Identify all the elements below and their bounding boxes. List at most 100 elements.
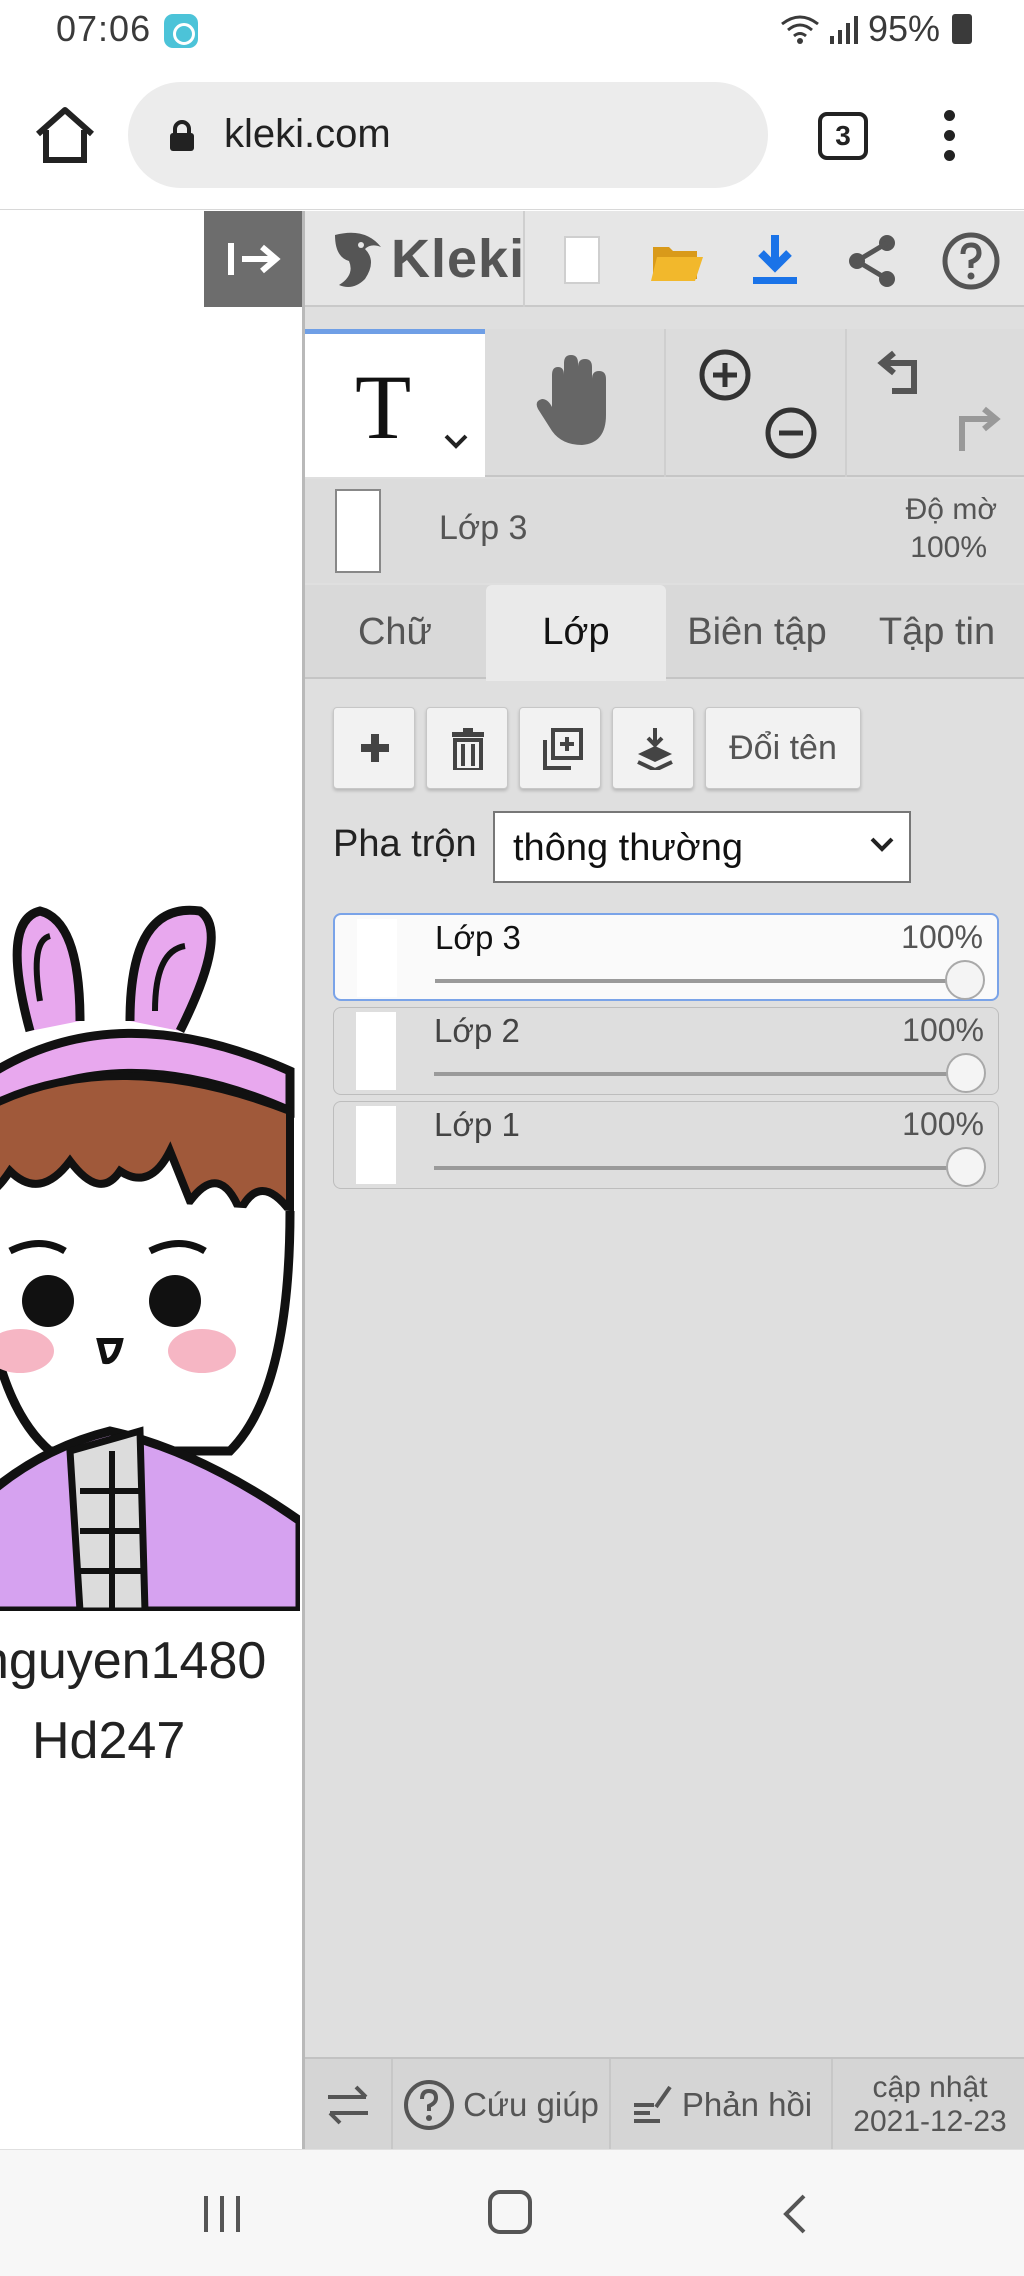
help-label: Cứu giúp bbox=[463, 2086, 599, 2123]
layer-thumbnail bbox=[356, 1106, 396, 1184]
browser-toolbar: kleki.com 3 bbox=[0, 60, 1024, 210]
hand-icon bbox=[536, 355, 606, 445]
feedback-icon bbox=[633, 2085, 672, 2123]
home-icon[interactable] bbox=[30, 100, 100, 170]
drawing-canvas[interactable]: nguyen1480 Hd247 bbox=[0, 211, 302, 2149]
swap-arrows-icon bbox=[328, 2085, 368, 2125]
tab-edit[interactable]: Biên tập bbox=[667, 585, 847, 679]
blend-mode-select[interactable]: thông thường bbox=[493, 811, 911, 883]
panel-tabs: Chữ Lớp Biên tập Tập tin bbox=[305, 585, 1024, 681]
update-info[interactable]: cập nhật 2021-12-23 bbox=[833, 2059, 1024, 2151]
merge-down-icon bbox=[637, 728, 673, 770]
zoom-in-icon[interactable] bbox=[697, 347, 753, 403]
blend-mode-label: Pha trộn bbox=[333, 823, 477, 865]
trash-icon bbox=[452, 728, 484, 770]
delete-layer-button[interactable] bbox=[426, 707, 508, 789]
recent-apps-icon[interactable] bbox=[200, 2194, 244, 2234]
url-bar[interactable]: kleki.com bbox=[128, 82, 768, 188]
battery-icon bbox=[952, 14, 972, 44]
layer-row-2[interactable]: Lớp 2 100% bbox=[333, 1007, 999, 1095]
url-text: kleki.com bbox=[224, 112, 391, 156]
layer-opacity: 100% bbox=[902, 1012, 984, 1048]
add-layer-button[interactable] bbox=[333, 707, 415, 789]
layer-opacity: 100% bbox=[902, 1106, 984, 1142]
layer-name: Lớp 3 bbox=[435, 919, 521, 956]
feedback-button[interactable]: Phản hồi bbox=[611, 2059, 833, 2151]
tab-text[interactable]: Chữ bbox=[305, 585, 485, 679]
app-top-bar: Kleki bbox=[305, 211, 1024, 307]
help-icon[interactable] bbox=[941, 231, 1001, 291]
layer-opacity: 100% bbox=[901, 919, 983, 955]
android-nav-bar bbox=[0, 2149, 1024, 2276]
text-tool-icon: T bbox=[355, 356, 412, 458]
opacity-value: 100% bbox=[910, 531, 987, 564]
download-icon[interactable] bbox=[745, 231, 805, 291]
plus-icon bbox=[361, 734, 389, 762]
lock-icon bbox=[170, 120, 194, 151]
tab-switcher-button[interactable]: 3 bbox=[818, 112, 868, 160]
battery-percent: 95% bbox=[867, 8, 940, 49]
zoom-out-icon[interactable] bbox=[763, 405, 819, 461]
opacity-slider-handle[interactable] bbox=[946, 1147, 986, 1187]
opacity-slider[interactable] bbox=[434, 1072, 974, 1076]
current-layer-thumbnail bbox=[335, 489, 381, 573]
blend-mode-value: thông thường bbox=[513, 827, 743, 869]
logo-text: Kleki bbox=[391, 229, 526, 289]
history-tools bbox=[848, 329, 1024, 477]
panel-bottom-bar: Cứu giúp Phản hồi cập nhật 2021-12-23 bbox=[305, 2057, 1024, 2151]
collapse-panel-button[interactable] bbox=[204, 211, 302, 307]
text-tool-button[interactable]: T bbox=[305, 329, 485, 477]
update-label: cập nhật bbox=[872, 2071, 988, 2104]
layer-row-1[interactable]: Lớp 1 100% bbox=[333, 1101, 999, 1189]
open-folder-icon[interactable] bbox=[647, 231, 707, 291]
merge-layer-button[interactable] bbox=[612, 707, 694, 789]
signal-icon bbox=[829, 16, 858, 44]
feedback-label: Phản hồi bbox=[681, 2086, 813, 2123]
share-icon[interactable] bbox=[843, 231, 903, 291]
canvas-caption-line2: Hd247 bbox=[32, 1712, 186, 1770]
duplicate-icon bbox=[543, 728, 583, 770]
rename-layer-button[interactable]: Đổi tên bbox=[705, 707, 861, 789]
current-layer-name: Lớp 3 bbox=[439, 509, 528, 547]
layer-name: Lớp 1 bbox=[434, 1106, 520, 1143]
swap-side-button[interactable] bbox=[305, 2059, 393, 2151]
canvas-drawing-image bbox=[0, 905, 300, 1611]
divider bbox=[523, 211, 525, 307]
zoom-tools bbox=[667, 329, 847, 477]
hand-tool-button[interactable] bbox=[486, 329, 666, 477]
help-button[interactable]: Cứu giúp bbox=[393, 2059, 611, 2151]
status-time: 07:06 bbox=[56, 8, 152, 49]
layer-thumbnail bbox=[357, 919, 397, 997]
canvas-caption-line1: nguyen1480 bbox=[0, 1632, 267, 1690]
notification-app-icon bbox=[164, 14, 198, 48]
opacity-label: Độ mờ bbox=[905, 493, 997, 526]
wifi-icon bbox=[781, 15, 819, 44]
undo-icon[interactable] bbox=[874, 345, 934, 401]
kleki-logo: Kleki bbox=[325, 225, 525, 293]
duplicate-layer-button[interactable] bbox=[519, 707, 601, 789]
current-layer-info: Lớp 3 Độ mờ 100% bbox=[305, 479, 1024, 583]
opacity-slider-handle[interactable] bbox=[946, 1053, 986, 1093]
opacity-slider[interactable] bbox=[434, 1166, 974, 1170]
collapse-arrow-icon bbox=[228, 243, 281, 275]
tab-file[interactable]: Tập tin bbox=[847, 585, 1024, 679]
opacity-slider[interactable] bbox=[435, 979, 975, 983]
nav-home-icon[interactable] bbox=[488, 2190, 532, 2234]
tab-layers[interactable]: Lớp bbox=[486, 585, 666, 681]
new-file-icon[interactable] bbox=[551, 231, 611, 291]
chevron-down-icon bbox=[870, 837, 894, 852]
layer-name: Lớp 2 bbox=[434, 1012, 520, 1049]
status-bar: 07:06 95% bbox=[0, 0, 1024, 60]
browser-menu-icon[interactable] bbox=[932, 110, 966, 166]
back-icon[interactable] bbox=[780, 2192, 810, 2236]
opacity-slider-handle[interactable] bbox=[945, 960, 985, 1000]
kleki-bird-icon bbox=[335, 232, 381, 287]
layer-thumbnail bbox=[356, 1012, 396, 1090]
update-date: 2021-12-23 bbox=[853, 2105, 1007, 2138]
redo-icon[interactable] bbox=[944, 401, 1004, 457]
tool-panel: Kleki T Lớp 3 Độ mờ 100% Chữ Lớp Biên tậ… bbox=[302, 211, 1024, 2151]
chevron-down-icon[interactable] bbox=[443, 432, 469, 450]
tool-bar: T bbox=[305, 329, 1024, 477]
help-circle-icon bbox=[404, 2080, 455, 2130]
layer-row-3[interactable]: Lớp 3 100% bbox=[333, 913, 999, 1001]
